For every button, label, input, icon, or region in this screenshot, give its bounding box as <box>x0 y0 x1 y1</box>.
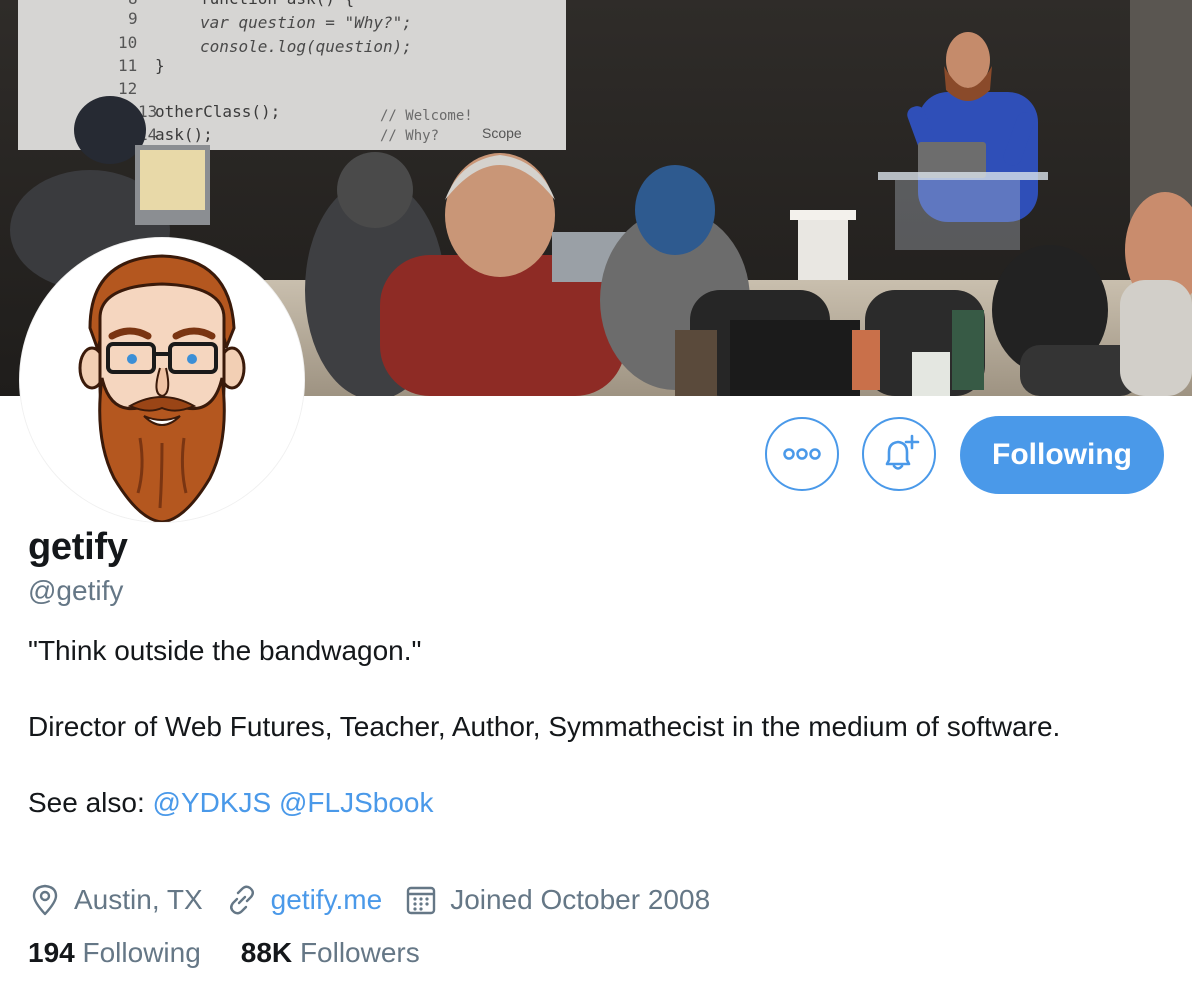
svg-text:10: 10 <box>118 33 137 52</box>
website-item[interactable]: getify.me <box>225 883 383 917</box>
profile-meta: Austin, TX getify.me Joined October 2008 <box>28 878 732 922</box>
followers-count: 88K <box>240 937 293 968</box>
code-line-13: otherClass(); <box>155 102 280 121</box>
fljsbook-link[interactable]: @FLJSbook <box>279 787 434 818</box>
svg-text:8: 8 <box>128 0 138 8</box>
calendar-icon <box>406 886 436 915</box>
code-line-8: function ask() { <box>200 0 354 8</box>
joined-text: Joined October 2008 <box>450 884 711 915</box>
more-options-button[interactable] <box>765 417 839 491</box>
bio-see-also: See also: @YDKJS @FLJSbook <box>28 784 1088 822</box>
website-link[interactable]: getify.me <box>271 884 383 916</box>
profile-bio: "Think outside the bandwagon." Director … <box>28 632 1088 822</box>
ydkjs-link[interactable]: @YDKJS <box>153 787 272 818</box>
user-handle: @getify <box>28 575 124 606</box>
code-line-9: var question = "Why?"; <box>200 13 412 32</box>
link-icon <box>229 885 254 915</box>
joined-item: Joined October 2008 <box>404 883 710 917</box>
avatar-caricature <box>20 238 304 522</box>
display-name: getify <box>28 526 128 568</box>
code-comment-welcome: // Welcome! <box>380 108 473 124</box>
notifications-button[interactable] <box>862 417 936 491</box>
see-also-label: See also: <box>28 787 153 818</box>
profile-stats: 194 Following 88K Followers <box>28 937 460 969</box>
slide-label: Scope <box>482 125 522 141</box>
following-button[interactable]: Following <box>960 416 1164 494</box>
code-line-11: } <box>155 56 165 75</box>
following-count: 194 <box>28 937 75 968</box>
location-text: Austin, TX <box>74 884 203 915</box>
location-item: Austin, TX <box>28 883 203 917</box>
code-line-10: console.log(question); <box>200 37 412 56</box>
bell-plus-icon <box>885 434 920 470</box>
code-line-14: ask(); <box>155 125 213 144</box>
bio-quote: "Think outside the bandwagon." <box>28 635 422 666</box>
svg-text:9: 9 <box>128 9 138 28</box>
svg-text:11: 11 <box>118 56 137 75</box>
location-pin-icon <box>32 884 58 916</box>
following-label: Following <box>82 937 201 968</box>
followers-stat[interactable]: 88K Followers <box>241 937 420 969</box>
bio-description: Director of Web Futures, Teacher, Author… <box>28 711 1061 742</box>
more-horizontal-icon <box>783 448 821 460</box>
followers-label: Followers <box>299 937 420 968</box>
profile-avatar[interactable] <box>20 238 304 522</box>
following-stat[interactable]: 194 Following <box>28 937 201 969</box>
code-comment-why: // Why? <box>380 128 439 144</box>
svg-text:12: 12 <box>118 79 137 98</box>
